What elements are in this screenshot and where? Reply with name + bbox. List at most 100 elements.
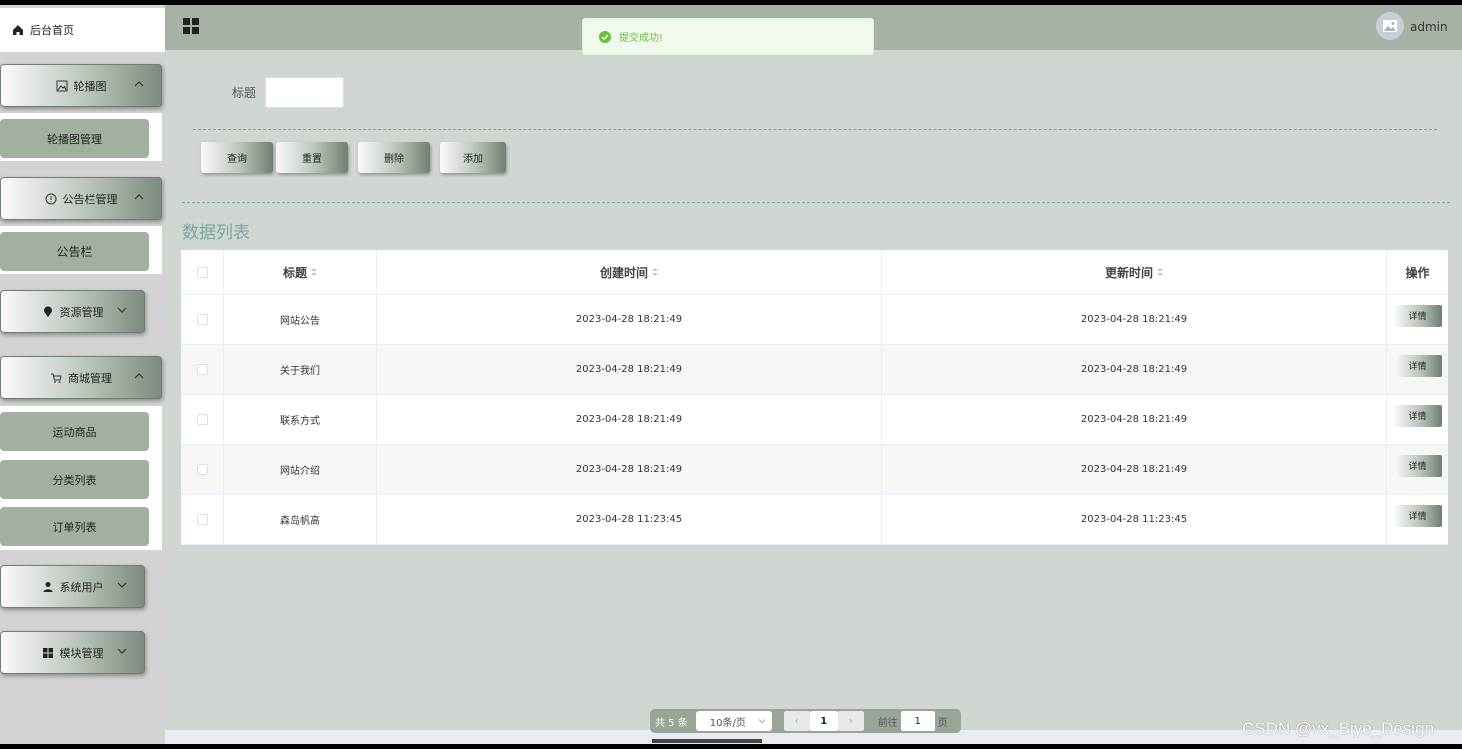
sidebar-menu-resource-label: 资源管理	[59, 305, 104, 319]
sidebar-submenu-mall: 运动商品 分类列表 订单列表	[0, 406, 162, 550]
sort-icon[interactable]	[652, 267, 658, 277]
cell-created: 2023-04-28 18:21:49	[377, 395, 882, 444]
search-title-input[interactable]	[265, 77, 344, 108]
sidebar-item-order-list[interactable]: 订单列表	[0, 507, 149, 546]
username[interactable]: admin	[1410, 20, 1448, 34]
reset-button-label: 重置	[302, 154, 322, 165]
detail-button[interactable]: 详情	[1393, 304, 1442, 327]
prev-page-button[interactable]: ‹	[783, 711, 810, 731]
sidebar: 后台首页 轮播图 轮播图管理 公告栏管理 公告栏 资源管理 商城管理 运动商品 …	[0, 5, 165, 744]
query-button[interactable]: 查询	[201, 142, 273, 173]
table-row: 森岛帆高 2023-04-28 11:23:45 2023-04-28 11:23:…	[181, 495, 1448, 545]
row-checkbox[interactable]	[196, 514, 208, 525]
query-button-label: 查询	[227, 154, 247, 165]
detail-button[interactable]: 详情	[1393, 454, 1442, 477]
chevron-down-icon	[117, 648, 127, 654]
avatar[interactable]	[1376, 12, 1404, 40]
next-page-button[interactable]: ›	[837, 711, 864, 731]
divider	[193, 129, 1437, 130]
cell-updated: 2023-04-28 18:21:49	[882, 395, 1387, 444]
cell-created: 2023-04-28 11:23:45	[377, 495, 882, 544]
bottom-bar	[652, 739, 762, 743]
page-number-label: 1	[820, 715, 828, 727]
app-frame: 后台首页 轮播图 轮播图管理 公告栏管理 公告栏 资源管理 商城管理 运动商品 …	[0, 5, 1462, 744]
cell-actions: 详情	[1387, 295, 1448, 344]
sidebar-item-home[interactable]: 后台首页	[0, 8, 165, 52]
row-checkbox[interactable]	[196, 464, 208, 475]
detail-button[interactable]: 详情	[1393, 404, 1442, 427]
chevron-down-icon	[117, 582, 127, 588]
cell-updated: 2023-04-28 18:21:49	[882, 345, 1387, 394]
sidebar-menu-resource[interactable]: 资源管理	[0, 290, 145, 333]
select-all-checkbox[interactable]	[196, 266, 208, 278]
sidebar-item-carousel-manage[interactable]: 轮播图管理	[0, 119, 149, 158]
cell-actions: 详情	[1387, 345, 1448, 394]
toast-message: 提交成功!	[619, 33, 664, 44]
select-cell	[181, 445, 224, 494]
cell-updated: 2023-04-28 11:23:45	[882, 495, 1387, 544]
sidebar-menu-notice[interactable]: 公告栏管理	[0, 177, 162, 220]
sidebar-item-notice[interactable]: 公告栏	[0, 232, 149, 271]
data-table: 标题 创建时间 更新时间 操作 网站公告 2023-04-28 18:21:49 2…	[181, 250, 1448, 545]
cell-actions: 详情	[1387, 445, 1448, 494]
row-checkbox[interactable]	[196, 364, 208, 375]
cell-actions: 详情	[1387, 495, 1448, 544]
table-row: 网站公告 2023-04-28 18:21:49 2023-04-28 18:21:…	[181, 295, 1448, 345]
column-created-label: 创建时间	[599, 265, 648, 280]
sidebar-item-home-label: 后台首页	[30, 24, 74, 37]
watermark: CSDN @vx_Biye_Design	[1242, 719, 1435, 738]
menu-toggle-icon[interactable]	[183, 18, 199, 34]
sort-icon[interactable]	[311, 267, 317, 277]
sidebar-menu-mall-label: 商城管理	[68, 371, 112, 385]
goto-label: 前往	[877, 717, 898, 729]
cart-icon	[51, 373, 62, 383]
detail-button[interactable]: 详情	[1393, 354, 1442, 377]
chevron-up-icon	[134, 194, 144, 200]
page-size-select[interactable]: 10条/页	[695, 711, 772, 731]
table-row: 联系方式 2023-04-28 18:21:49 2023-04-28 18:21:…	[181, 395, 1448, 445]
select-cell	[181, 295, 224, 344]
check-circle-icon	[599, 30, 611, 43]
pagination-total: 共 5 条	[655, 717, 688, 729]
goto-page-input[interactable]: 1	[900, 711, 935, 731]
sidebar-item-label: 运动商品	[52, 425, 97, 439]
sidebar-menu-modules[interactable]: 模块管理	[0, 631, 145, 674]
row-checkbox[interactable]	[196, 314, 208, 325]
table-header-row: 标题 创建时间 更新时间 操作	[181, 250, 1448, 295]
sidebar-item-label: 公告栏	[56, 245, 93, 259]
grid-icon	[42, 647, 53, 658]
cell-created: 2023-04-28 18:21:49	[377, 295, 882, 344]
add-button-label: 添加	[463, 154, 483, 165]
column-header-created[interactable]: 创建时间	[377, 250, 882, 294]
sidebar-menu-users[interactable]: 系统用户	[0, 565, 145, 608]
image-icon	[56, 80, 67, 91]
column-title-label: 标题	[282, 265, 307, 280]
select-cell	[181, 345, 224, 394]
reset-button[interactable]: 重置	[276, 142, 348, 173]
detail-button[interactable]: 详情	[1393, 504, 1442, 527]
page-number-current[interactable]: 1	[809, 711, 838, 731]
sidebar-menu-modules-label: 模块管理	[59, 646, 104, 660]
column-header-updated[interactable]: 更新时间	[882, 250, 1387, 294]
cell-actions: 详情	[1387, 395, 1448, 444]
table-row: 关于我们 2023-04-28 18:21:49 2023-04-28 18:21:…	[181, 345, 1448, 395]
sidebar-item-sports-goods[interactable]: 运动商品	[0, 412, 149, 451]
sidebar-menu-carousel-label: 轮播图	[73, 79, 107, 93]
sidebar-menu-mall[interactable]: 商城管理	[0, 356, 162, 399]
info-icon	[45, 193, 56, 204]
chevron-down-icon	[758, 719, 766, 724]
column-header-title[interactable]: 标题	[224, 250, 377, 294]
sort-icon[interactable]	[1157, 267, 1163, 277]
sidebar-menu-users-label: 系统用户	[59, 580, 104, 594]
delete-button[interactable]: 删除	[358, 142, 430, 173]
sidebar-item-category-list[interactable]: 分类列表	[0, 460, 149, 499]
sidebar-menu-carousel[interactable]: 轮播图	[0, 64, 162, 107]
page-suffix: 页	[937, 717, 948, 729]
add-button[interactable]: 添加	[440, 142, 506, 173]
row-checkbox[interactable]	[196, 414, 208, 425]
chevron-down-icon	[117, 307, 127, 313]
cell-created: 2023-04-28 18:21:49	[377, 345, 882, 394]
cell-title: 联系方式	[224, 395, 377, 444]
cell-title: 网站介绍	[224, 445, 377, 494]
select-cell	[181, 495, 224, 544]
